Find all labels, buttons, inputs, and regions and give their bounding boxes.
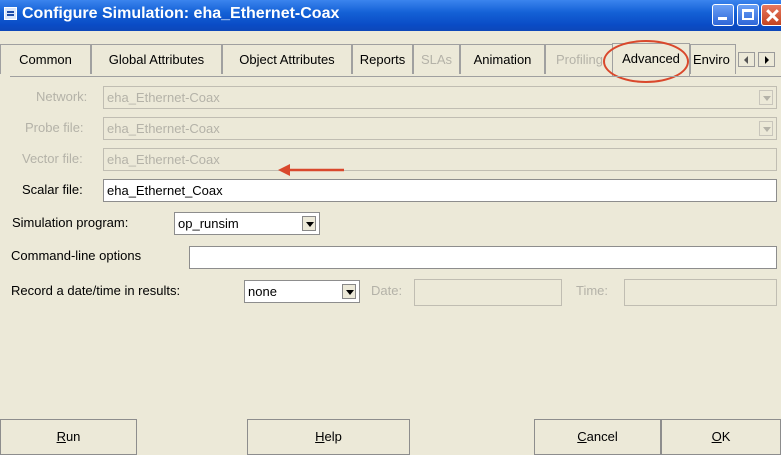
tab-strip: Common Global Attributes Object Attribut… (0, 43, 781, 76)
simulation-program-value: op_runsim (178, 216, 239, 231)
run-label: un (65, 429, 81, 444)
maximize-icon[interactable] (737, 4, 759, 26)
record-datetime-label: Record a date/time in results: (11, 283, 181, 298)
ok-label: K (721, 429, 731, 444)
scalar-file-field[interactable]: eha_Ethernet_Coax (103, 179, 777, 202)
tab-reports[interactable]: Reports (352, 44, 413, 74)
window-icon[interactable] (4, 7, 17, 20)
tab-animation[interactable]: Animation (460, 44, 545, 74)
chevron-down-icon (759, 90, 773, 105)
time-label: Time: (576, 283, 609, 298)
tab-scroll-left-icon[interactable] (738, 52, 755, 67)
help-button[interactable]: Help (247, 419, 410, 455)
network-dropdown[interactable]: eha_Ethernet-Coax (103, 86, 777, 109)
network-label: Network: (36, 89, 88, 104)
help-label: elp (324, 429, 342, 444)
cancel-label: ancel (586, 429, 618, 444)
record-datetime-dropdown[interactable]: none (244, 280, 360, 303)
close-icon[interactable] (761, 4, 781, 26)
ok-button[interactable]: OK (661, 419, 781, 455)
ok-mnemonic: O (711, 429, 722, 444)
simulation-program-dropdown[interactable]: op_runsim (174, 212, 320, 235)
tab-common[interactable]: Common (0, 44, 91, 74)
date-field[interactable] (414, 279, 562, 306)
tab-profiling[interactable]: Profiling (545, 44, 614, 74)
simulation-program-label: Simulation program: (12, 215, 129, 230)
probe-file-dropdown[interactable]: eha_Ethernet-Coax (103, 117, 777, 140)
help-mnemonic: H (315, 429, 325, 444)
tab-environment[interactable]: Enviro (690, 44, 736, 74)
red-arrow-annotation (278, 164, 344, 176)
run-mnemonic: R (56, 429, 66, 444)
vector-file-field[interactable]: eha_Ethernet-Coax (103, 148, 777, 171)
run-button[interactable]: Run (0, 419, 137, 455)
command-line-field[interactable] (189, 246, 777, 269)
probe-file-value: eha_Ethernet-Coax (107, 121, 220, 136)
tab-scroll-right-icon[interactable] (758, 52, 775, 67)
scalar-file-label: Scalar file: (22, 182, 83, 197)
button-bar: Run Help Cancel OK (0, 419, 781, 455)
tab-advanced[interactable]: Advanced (612, 43, 690, 76)
cancel-button[interactable]: Cancel (534, 419, 661, 455)
time-field[interactable] (624, 279, 777, 306)
chevron-down-icon (302, 216, 316, 231)
probe-file-label: Probe file: (25, 120, 84, 135)
title-bar[interactable]: Configure Simulation: eha_Ethernet-Coax (0, 0, 781, 31)
cancel-mnemonic: C (577, 429, 587, 444)
tab-global-attributes[interactable]: Global Attributes (91, 44, 222, 74)
chevron-down-icon (342, 284, 356, 299)
tab-object-attributes[interactable]: Object Attributes (222, 44, 352, 74)
configure-simulation-dialog: Configure Simulation: eha_Ethernet-Coax … (0, 0, 781, 455)
network-value: eha_Ethernet-Coax (107, 90, 220, 105)
chevron-down-icon (759, 121, 773, 136)
minimize-icon[interactable] (712, 4, 734, 26)
date-label: Date: (371, 283, 403, 298)
tab-slas[interactable]: SLAs (413, 44, 460, 74)
window-title: Configure Simulation: eha_Ethernet-Coax (22, 5, 340, 22)
command-line-label: Command-line options (11, 248, 142, 263)
record-datetime-value: none (248, 284, 277, 299)
vector-file-label: Vector file: (22, 151, 83, 166)
